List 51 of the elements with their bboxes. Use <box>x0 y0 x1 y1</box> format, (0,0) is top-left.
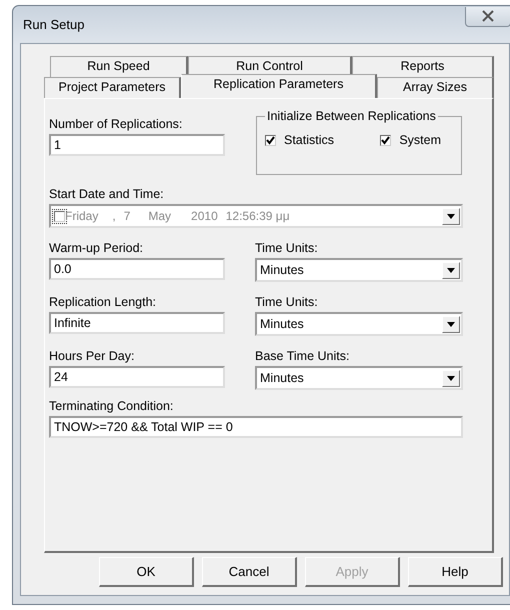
field-label: Terminating Condition: <box>49 399 174 415</box>
dropdown-button[interactable] <box>442 370 460 386</box>
dropdown[interactable]: Minutes <box>255 258 463 282</box>
dialog-button[interactable]: Help <box>408 557 503 587</box>
group-title: Initialize Between Replications <box>266 109 437 123</box>
field-label: Replication Length: <box>49 295 158 311</box>
dropdown-button[interactable] <box>442 316 460 332</box>
field-label: Time Units: <box>255 295 319 311</box>
window-title: Run Setup <box>23 17 84 32</box>
checkbox[interactable] <box>380 134 392 146</box>
dropdown-arrow-icon <box>447 268 455 272</box>
checkbox-label: Statistics <box>284 133 334 147</box>
input-field[interactable]: 1 <box>49 134 225 156</box>
field-label: Start Date and Time: <box>49 187 165 203</box>
tab[interactable]: Run Speed <box>50 56 188 77</box>
dropdown-value: Minutes <box>260 263 304 277</box>
tab[interactable]: Array Sizes <box>377 77 494 98</box>
dropdown-value: Minutes <box>260 371 304 385</box>
dialog-button[interactable]: Cancel <box>202 557 297 587</box>
tab[interactable]: Replication Parameters <box>181 74 377 98</box>
date-part: 7 <box>124 209 130 223</box>
dropdown-button[interactable] <box>442 262 460 278</box>
input-field[interactable]: TNOW>=720 && Total WIP == 0 <box>49 416 463 438</box>
dropdown-arrow-icon <box>447 376 455 380</box>
date-part: 12:56:39 μμ <box>226 209 290 223</box>
date-part: May <box>148 209 172 223</box>
field-label: Time Units: <box>255 241 319 257</box>
input-field[interactable]: Infinite <box>49 312 225 334</box>
field-label: Warm-up Period: <box>49 241 144 257</box>
tab[interactable]: Project Parameters <box>44 77 181 98</box>
dialog-button[interactable]: OK <box>99 557 194 587</box>
dropdown[interactable]: Minutes <box>255 366 463 390</box>
checkbox[interactable] <box>265 134 276 146</box>
close-icon <box>481 10 495 22</box>
date-part: 2010 <box>191 209 218 223</box>
dropdown[interactable]: Minutes <box>255 312 463 336</box>
field-label: Base Time Units: <box>255 349 350 365</box>
tab[interactable]: Reports <box>352 56 494 77</box>
input-field[interactable]: 24 <box>49 366 225 388</box>
date-part: Friday <box>65 209 98 223</box>
dropdown-arrow-icon <box>447 322 455 326</box>
input-field[interactable]: 0.0 <box>49 258 225 280</box>
dropdown-button[interactable] <box>442 208 460 224</box>
close-button[interactable] <box>465 6 510 26</box>
date-part: , <box>112 209 116 223</box>
field-label: Hours Per Day: <box>49 349 136 365</box>
dropdown-value: Minutes <box>260 317 304 331</box>
dropdown-arrow-icon <box>447 214 455 218</box>
checkbox[interactable] <box>54 210 65 222</box>
field-label: Number of Replications: <box>49 117 184 133</box>
checkbox-label: System <box>399 133 441 147</box>
